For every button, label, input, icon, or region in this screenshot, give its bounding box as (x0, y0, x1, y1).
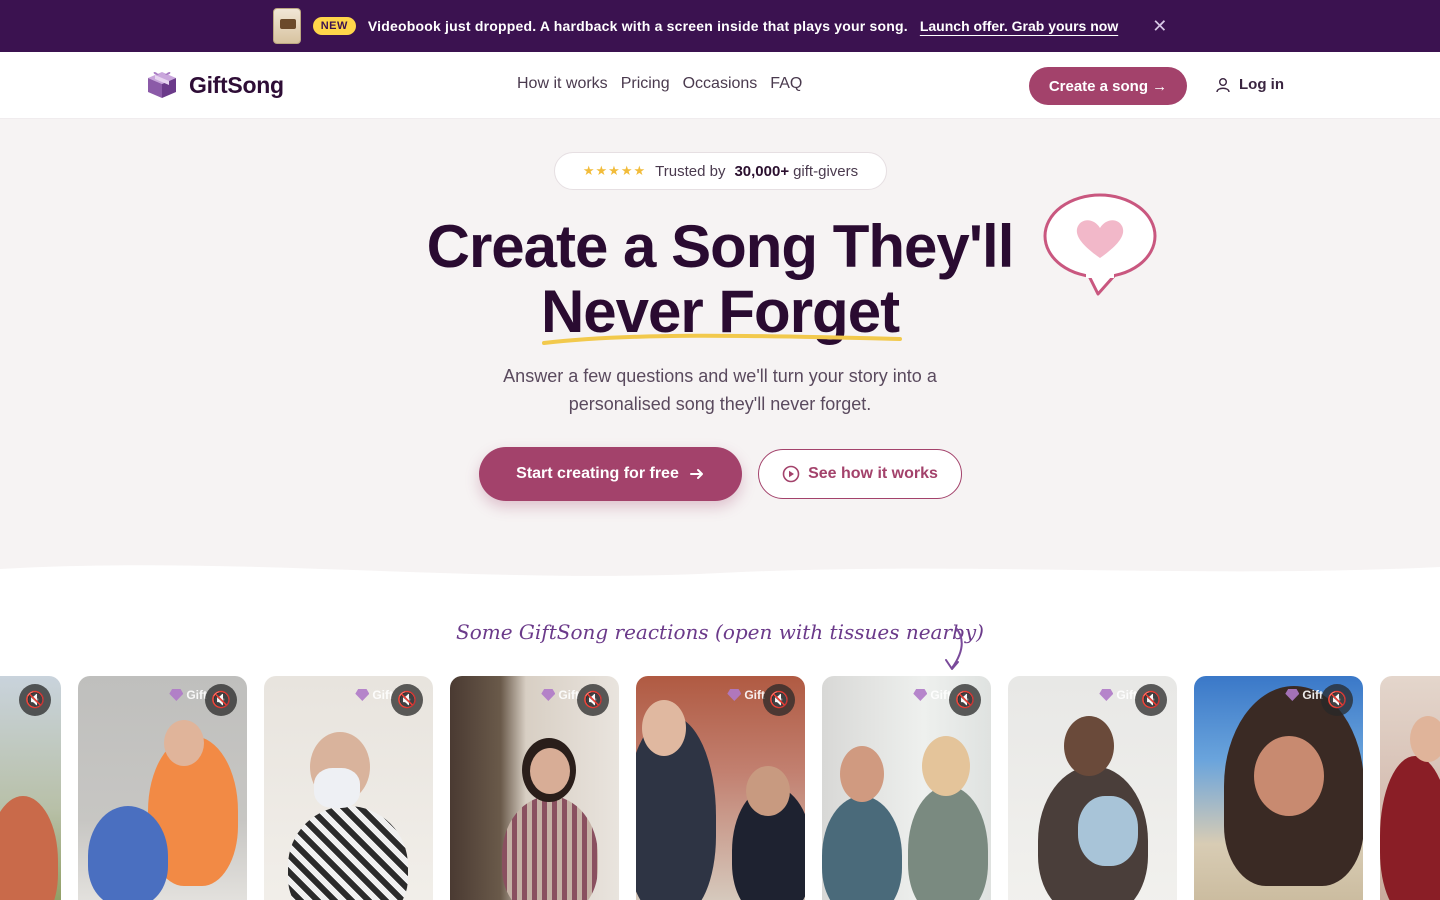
reactions-title: Some GiftSong reactions (open with tissu… (456, 620, 984, 644)
reaction-video-card[interactable]: Gift 🔇 (1194, 676, 1363, 900)
video-watermark: Gift (541, 688, 579, 702)
video-watermark: Gift (727, 688, 765, 702)
gem-icon (727, 689, 742, 701)
mute-icon[interactable]: 🔇 (391, 684, 423, 716)
announcement-link[interactable]: Launch offer. Grab yours now (920, 18, 1118, 34)
main-nav: How it works Pricing Occasions FAQ (517, 75, 802, 93)
start-creating-button[interactable]: Start creating for free (479, 447, 742, 501)
site-header: GiftSong How it works Pricing Occasions … (0, 52, 1440, 119)
reaction-video-card[interactable]: Gift 🔇 (636, 676, 805, 900)
gem-icon (169, 689, 184, 701)
trusted-count: 30,000+ (734, 162, 790, 180)
hero-wave-divider (0, 565, 1440, 595)
nav-how-it-works[interactable]: How it works (517, 75, 608, 93)
nav-faq[interactable]: FAQ (770, 75, 802, 93)
reaction-video-card[interactable]: 🔇 (0, 676, 61, 900)
start-creating-label: Start creating for free (516, 465, 679, 482)
mute-icon[interactable]: 🔇 (1135, 684, 1167, 716)
gift-box-logo-icon (148, 72, 176, 98)
rating-stars-icon: ★★★★★ (582, 163, 647, 178)
see-how-label: See how it works (808, 465, 938, 482)
videobook-thumbnail (272, 8, 301, 44)
nav-occasions[interactable]: Occasions (683, 75, 758, 93)
video-watermark: Gift (913, 688, 951, 702)
hero-subtitle: Answer a few questions and we'll turn yo… (503, 366, 937, 414)
heart-speech-bubble-icon (1043, 193, 1157, 296)
video-watermark: Gift (1285, 688, 1323, 702)
see-how-it-works-button[interactable]: See how it works (758, 449, 962, 499)
create-song-button[interactable]: Create a song → (1029, 67, 1187, 105)
announcement-message: Videobook just dropped. A hardback with … (367, 18, 908, 34)
mute-icon[interactable]: 🔇 (949, 684, 981, 716)
trusted-badge: ★★★★★ Trusted by 30,000+ gift-givers (554, 152, 887, 190)
gem-icon (913, 689, 928, 701)
curly-arrow-icon (945, 627, 963, 670)
video-watermark: Gift (1099, 688, 1137, 702)
reaction-video-card[interactable]: Gift 🔇 (822, 676, 991, 900)
reaction-video-card[interactable] (1380, 676, 1440, 900)
mute-icon[interactable]: 🔇 (1321, 684, 1353, 716)
reaction-video-card[interactable]: Gift 🔇 (264, 676, 433, 900)
reaction-videos-carousel[interactable]: 🔇 Gift 🔇 Gift 🔇 Gift 🔇 Gift 🔇 Gift 🔇 Gif… (0, 676, 1440, 900)
reaction-video-card[interactable]: Gift 🔇 (78, 676, 247, 900)
video-watermark: Gift (169, 688, 207, 702)
new-badge: NEW (312, 17, 356, 35)
reaction-video-card[interactable]: Gift 🔇 (450, 676, 619, 900)
trusted-prefix: Trusted by (655, 162, 726, 180)
gem-icon (541, 689, 556, 701)
gem-icon (1099, 689, 1114, 701)
hero-title-line-1: Create a Song They'll (426, 213, 1015, 280)
mute-icon[interactable]: 🔇 (577, 684, 609, 716)
user-icon (1216, 77, 1230, 92)
mute-icon[interactable]: 🔇 (763, 684, 795, 716)
gem-icon (1285, 689, 1300, 701)
mute-icon[interactable]: 🔇 (205, 684, 237, 716)
video-watermark: Gift (355, 688, 393, 702)
close-icon[interactable]: ✕ (1152, 16, 1167, 37)
gem-icon (355, 689, 370, 701)
trusted-suffix: gift-givers (793, 162, 859, 180)
arrow-right-icon (689, 469, 703, 479)
play-circle-icon (782, 465, 800, 483)
reaction-video-card[interactable]: Gift 🔇 (1008, 676, 1177, 900)
mute-icon[interactable]: 🔇 (19, 684, 51, 716)
announcement-bar: NEW Videobook just dropped. A hardback w… (0, 0, 1440, 52)
nav-pricing[interactable]: Pricing (621, 75, 670, 93)
brand-name: GiftSong (189, 71, 284, 98)
logo[interactable]: GiftSong (145, 70, 284, 100)
title-underline-icon (542, 333, 902, 345)
login-button[interactable]: Log in (1215, 76, 1284, 93)
login-label: Log in (1239, 76, 1284, 93)
